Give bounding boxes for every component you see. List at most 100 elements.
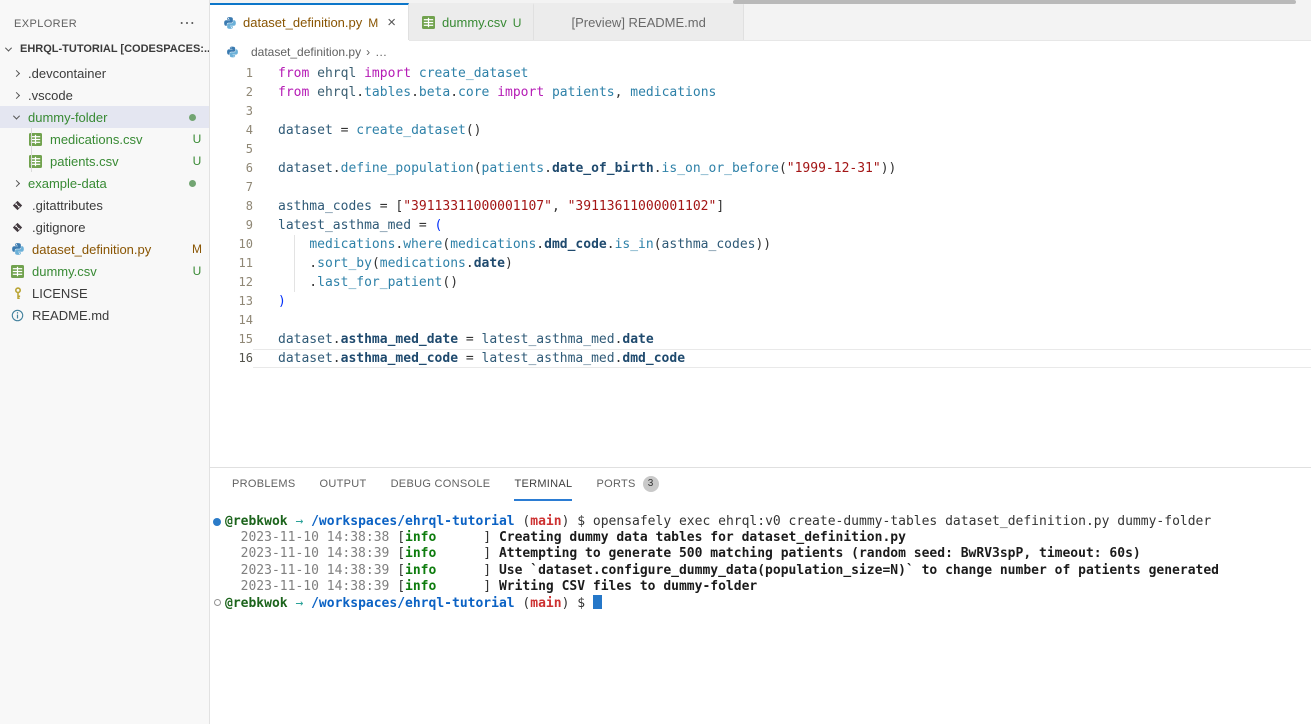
git-status-badge: U [185, 264, 209, 278]
close-icon[interactable]: × [387, 15, 396, 30]
code-line-10[interactable]: 10 medications.where(medications.dmd_cod… [210, 235, 1311, 254]
code-text: .sort_by(medications.date) [253, 254, 1311, 273]
code-text [253, 102, 1311, 121]
panel-tab-problems[interactable]: PROBLEMS [232, 468, 296, 501]
tree-item-label: .gitattributes [32, 198, 209, 213]
tree-item-.vscode[interactable]: .vscode [0, 84, 209, 106]
tree-item-label: .vscode [28, 88, 209, 103]
workspace-name: EHRQL-TUTORIAL [CODESPACES:... [20, 43, 209, 55]
chevron-down-icon [13, 112, 20, 119]
chevron-right-icon [13, 179, 20, 186]
explorer-title: EXPLORER [14, 18, 77, 30]
breadcrumb-file[interactable]: dataset_definition.py [251, 45, 361, 59]
command-prompt-icon [214, 599, 221, 606]
code-line-16[interactable]: 16dataset.asthma_med_code = latest_asthm… [210, 349, 1311, 368]
tab-label: [Preview] README.md [571, 15, 705, 30]
more-actions-icon[interactable]: ⋯ [179, 19, 195, 29]
panel-tab-debug-console[interactable]: DEBUG CONSOLE [391, 468, 491, 501]
line-number: 12 [210, 273, 253, 292]
tree-item-LICENSE[interactable]: LICENSE [0, 282, 209, 304]
tree-item-medications.csv[interactable]: medications.csvU [0, 128, 209, 150]
terminal-line: 2023-11-10 14:38:39 [info ] Attempting t… [210, 546, 1311, 562]
tab-dirty-badge: M [368, 16, 378, 30]
info-icon [10, 308, 25, 322]
panel-tabs: PROBLEMS OUTPUT DEBUG CONSOLE TERMINAL PORTS… [210, 468, 1311, 501]
workspace-section-header[interactable]: EHRQL-TUTORIAL [CODESPACES:... [0, 38, 209, 60]
panel-tab-label: TERMINAL [514, 478, 572, 490]
panel-tab-output[interactable]: OUTPUT [320, 468, 367, 501]
tree-item-dataset_definition.py[interactable]: dataset_definition.pyM [0, 238, 209, 260]
tree-item-label: LICENSE [32, 286, 209, 301]
code-lines: 1from ehrql import create_dataset2from e… [210, 64, 1311, 368]
tree-item-label: dummy.csv [32, 264, 185, 279]
terminal-output[interactable]: @rebkwok → /workspaces/ehrql-tutorial (m… [210, 501, 1311, 724]
code-line-15[interactable]: 15dataset.asthma_med_date = latest_asthm… [210, 330, 1311, 349]
terminal-line: @rebkwok → /workspaces/ehrql-tutorial (m… [210, 595, 1311, 611]
tab-bar-scrollbar[interactable] [733, 0, 1296, 4]
line-number: 5 [210, 140, 253, 159]
tree-item-label: .gitignore [32, 220, 209, 235]
csv-icon [421, 16, 436, 30]
tree-item-label: dummy-folder [28, 110, 189, 125]
tree-item-patients.csv[interactable]: patients.csvU [0, 150, 209, 172]
python-icon [222, 16, 237, 30]
line-number: 4 [210, 121, 253, 140]
panel-tab-terminal[interactable]: TERMINAL [514, 468, 572, 501]
tree-item-dummy-folder[interactable]: dummy-folder [0, 106, 209, 128]
line-number: 11 [210, 254, 253, 273]
code-editor[interactable]: 1from ehrql import create_dataset2from e… [210, 62, 1311, 467]
tree-item-.gitignore[interactable]: .gitignore [0, 216, 209, 238]
code-line-6[interactable]: 6dataset.define_population(patients.date… [210, 159, 1311, 178]
line-number: 13 [210, 292, 253, 311]
code-line-11[interactable]: 11 .sort_by(medications.date) [210, 254, 1311, 273]
line-number: 3 [210, 102, 253, 121]
code-line-12[interactable]: 12 .last_for_patient() [210, 273, 1311, 292]
code-text: ) [253, 292, 1311, 311]
code-line-4[interactable]: 4dataset = create_dataset() [210, 121, 1311, 140]
changes-dot-icon [189, 180, 196, 187]
line-number: 14 [210, 311, 253, 330]
breadcrumb-ellipsis[interactable]: … [375, 45, 387, 59]
git-icon [10, 220, 25, 234]
panel-tab-ports[interactable]: PORTS3 [596, 468, 658, 501]
line-number: 8 [210, 197, 253, 216]
terminal-line: 2023-11-10 14:38:38 [info ] Creating dum… [210, 530, 1311, 546]
code-line-1[interactable]: 1from ehrql import create_dataset [210, 64, 1311, 83]
tree-item-.gitattributes[interactable]: .gitattributes [0, 194, 209, 216]
line-number: 7 [210, 178, 253, 197]
vscode-window: EXPLORER ⋯ EHRQL-TUTORIAL [CODESPACES:..… [0, 0, 1311, 724]
code-line-5[interactable]: 5 [210, 140, 1311, 159]
code-text: dataset.asthma_med_code = latest_asthma_… [253, 349, 1311, 368]
code-line-9[interactable]: 9latest_asthma_med = ( [210, 216, 1311, 235]
code-text: medications.where(medications.dmd_code.i… [253, 235, 1311, 254]
line-number: 15 [210, 330, 253, 349]
git-status-badge: U [185, 132, 209, 146]
csv-icon [28, 132, 43, 146]
code-text: dataset.asthma_med_date = latest_asthma_… [253, 330, 1311, 349]
code-line-3[interactable]: 3 [210, 102, 1311, 121]
code-line-8[interactable]: 8asthma_codes = ["39113311000001107", "3… [210, 197, 1311, 216]
panel-tab-label: OUTPUT [320, 478, 367, 490]
code-text [253, 311, 1311, 330]
ports-count-badge: 3 [643, 476, 659, 492]
tab-dataset-definition.py[interactable]: dataset_definition.pyM× [210, 3, 409, 40]
breadcrumb[interactable]: dataset_definition.py › … [210, 41, 1311, 62]
code-line-7[interactable]: 7 [210, 178, 1311, 197]
tab-preview-readme.md[interactable]: [Preview] README.md [534, 3, 743, 40]
tab-dirty-badge: U [513, 16, 522, 30]
tab-dummy.csv[interactable]: dummy.csvU [409, 3, 534, 40]
tree-item-dummy.csv[interactable]: dummy.csvU [0, 260, 209, 282]
git-status-badge: M [185, 242, 209, 256]
tree-item-.devcontainer[interactable]: .devcontainer [0, 62, 209, 84]
code-text: from ehrql import create_dataset [253, 64, 1311, 83]
code-line-13[interactable]: 13) [210, 292, 1311, 311]
tree-item-example-data[interactable]: example-data [0, 172, 209, 194]
panel-tab-label: DEBUG CONSOLE [391, 478, 491, 490]
code-line-14[interactable]: 14 [210, 311, 1311, 330]
code-line-2[interactable]: 2from ehrql.tables.beta.core import pati… [210, 83, 1311, 102]
command-finished-icon [213, 518, 221, 526]
changes-dot-icon [189, 114, 196, 121]
terminal-line: @rebkwok → /workspaces/ehrql-tutorial (m… [210, 514, 1311, 530]
tree-item-README.md[interactable]: README.md [0, 304, 209, 326]
python-icon [10, 242, 25, 256]
